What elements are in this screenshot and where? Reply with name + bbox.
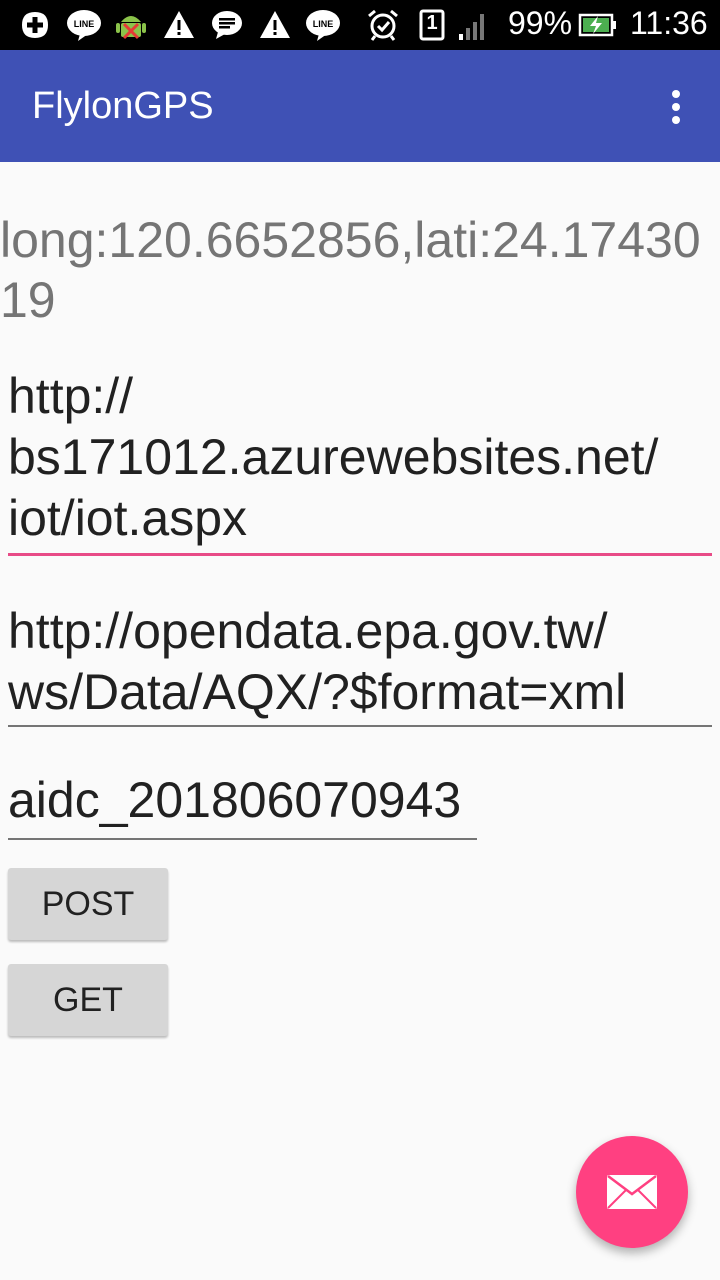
battery-percent: 99% [508, 5, 573, 41]
send-mail-fab[interactable] [576, 1136, 688, 1248]
svg-text:LINE: LINE [313, 19, 334, 29]
message-icon [210, 8, 244, 42]
post-url-input[interactable]: http:// bs171012.azurewebsites.net/ iot/… [8, 366, 712, 556]
sim-slot-number: 1 [426, 12, 438, 34]
get-url-input[interactable]: http://opendata.epa.gov.tw/ ws/Data/AQX/… [8, 601, 712, 727]
app-bar: FlylonGPS [0, 50, 720, 162]
warning-icon [162, 8, 196, 42]
coordinates-text: long:120.6652856,lati:24.1743019 [0, 212, 701, 328]
post-url-value: http:// bs171012.azurewebsites.net/ iot/… [8, 368, 659, 546]
line-icon: LINE [66, 8, 102, 42]
get-url-value: http://opendata.epa.gov.tw/ ws/Data/AQX/… [8, 603, 627, 720]
android-debug-icon [114, 8, 148, 42]
battery-charging-icon [578, 8, 618, 42]
signal-icon [456, 8, 490, 42]
svg-text:LINE: LINE [74, 19, 95, 29]
get-button[interactable]: GET [8, 964, 168, 1036]
device-id-input[interactable]: aidc_201806070943 [8, 770, 477, 840]
overflow-menu-icon[interactable] [650, 80, 704, 134]
plus-box-icon [18, 8, 52, 42]
app-title: FlylonGPS [32, 85, 214, 127]
status-bar: LINE LINE 1 99% 11:36 [0, 0, 720, 50]
sim-icon: 1 [415, 8, 449, 42]
post-button[interactable]: POST [8, 868, 168, 940]
device-id-value: aidc_201806070943 [8, 772, 462, 828]
clock: 11:36 [630, 5, 708, 41]
alarm-icon [366, 8, 400, 42]
line-icon: LINE [305, 8, 341, 42]
warning-icon [258, 8, 292, 42]
mail-icon [607, 1175, 657, 1209]
